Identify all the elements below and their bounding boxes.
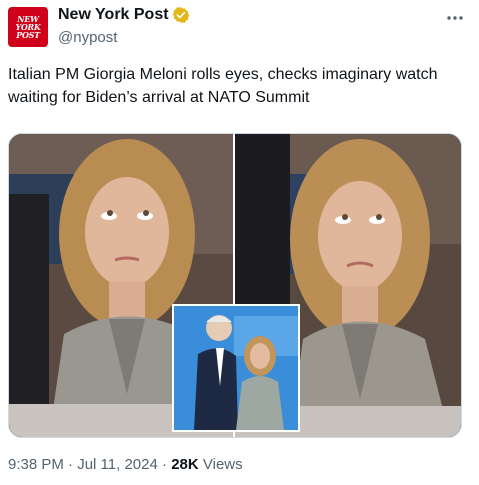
views-count: 28K: [171, 456, 199, 473]
tweet-header: NEW YORK POST New York Post @nypost: [8, 6, 471, 52]
tweet-media[interactable]: [8, 133, 462, 438]
tweet-time[interactable]: 9:38 PM: [8, 456, 64, 473]
inset-photo-image: [174, 306, 298, 430]
inset-photo[interactable]: [172, 304, 300, 432]
views-label: Views: [202, 456, 243, 473]
display-name[interactable]: New York Post: [58, 6, 169, 24]
name-row: New York Post: [58, 6, 190, 24]
meta-separator-1: ·: [68, 456, 74, 473]
tweet-date[interactable]: Jul 11, 2024: [77, 456, 158, 473]
verified-badge-icon[interactable]: [172, 6, 190, 24]
avatar[interactable]: NEW YORK POST: [8, 7, 48, 47]
more-horizontal-icon[interactable]: [445, 8, 465, 28]
meta-separator-2: ·: [162, 456, 168, 473]
tweet-text: Italian PM Giorgia Meloni rolls eyes, ch…: [8, 66, 438, 106]
handle[interactable]: @nypost: [58, 29, 117, 46]
tweet-meta: 9:38 PM · Jul 11, 2024 · 28K Views: [8, 456, 243, 473]
avatar-text-line-3: POST: [16, 30, 40, 40]
